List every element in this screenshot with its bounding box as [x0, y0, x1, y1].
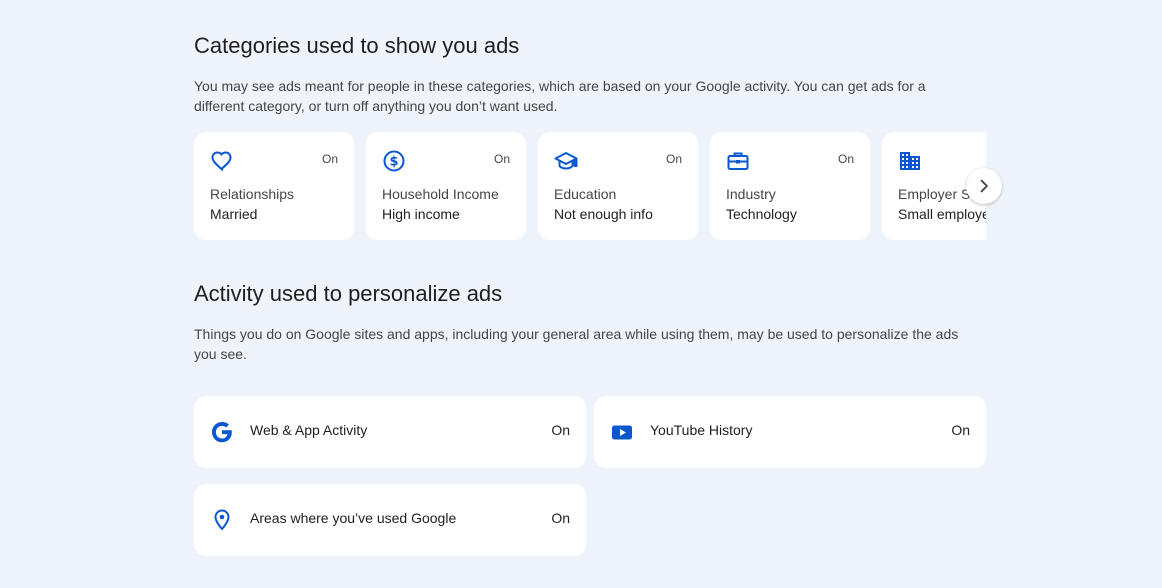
google-g-icon — [210, 420, 234, 444]
categories-carousel: On Relationships Married $ On Household … — [194, 132, 986, 240]
svg-text:$: $ — [389, 155, 398, 170]
category-value: High income — [382, 206, 460, 222]
category-status: On — [665, 152, 682, 166]
activity-item-label: YouTube History — [650, 422, 753, 438]
category-status: On — [321, 152, 338, 166]
category-card-relationships[interactable]: On Relationships Married — [194, 132, 354, 240]
briefcase-icon — [726, 149, 750, 173]
graduation-cap-icon — [554, 149, 578, 173]
category-value: Not enough info — [554, 206, 653, 222]
activity-item-label: Web & App Activity — [250, 422, 368, 438]
activity-section-title: Activity used to personalize ads — [194, 281, 503, 306]
location-pin-icon — [210, 508, 234, 532]
category-label: Education — [554, 186, 617, 202]
youtube-icon — [610, 420, 634, 444]
categories-carousel-track: On Relationships Married $ On Household … — [194, 132, 986, 240]
activity-section-description: Things you do on Google sites and apps, … — [194, 326, 959, 362]
activity-item-label: Areas where you’ve used Google — [250, 510, 457, 526]
category-value: Technology — [726, 206, 797, 222]
category-value: Married — [210, 206, 258, 222]
building-icon — [898, 149, 922, 173]
activity-item-status: On — [551, 510, 570, 526]
activity-item-youtube-history[interactable]: YouTube History On — [594, 396, 986, 468]
activity-item-status: On — [551, 422, 570, 438]
category-label: Relationships — [210, 186, 295, 202]
activity-item-web-app-activity[interactable]: Web & App Activity On — [194, 396, 586, 468]
categories-section-title: Categories used to show you ads — [194, 33, 520, 58]
category-label: Household Income — [382, 186, 499, 202]
heart-icon — [210, 149, 234, 173]
category-status: On — [837, 152, 854, 166]
category-status: On — [493, 152, 510, 166]
activity-item-status: On — [951, 422, 970, 438]
chevron-right-icon — [974, 176, 994, 196]
category-card-household-income[interactable]: $ On Household Income High income — [366, 132, 526, 240]
category-card-education[interactable]: On Education Not enough info — [538, 132, 698, 240]
dollar-circle-icon: $ — [382, 149, 406, 173]
carousel-next-button[interactable] — [966, 168, 1002, 204]
activity-item-areas-used-google[interactable]: Areas where you’ve used Google On — [194, 484, 586, 556]
category-card-industry[interactable]: On Industry Technology — [710, 132, 870, 240]
categories-section-description: You may see ads meant for people in thes… — [194, 78, 926, 114]
category-value: Small employer — [898, 206, 986, 222]
category-label: Industry — [726, 186, 776, 202]
